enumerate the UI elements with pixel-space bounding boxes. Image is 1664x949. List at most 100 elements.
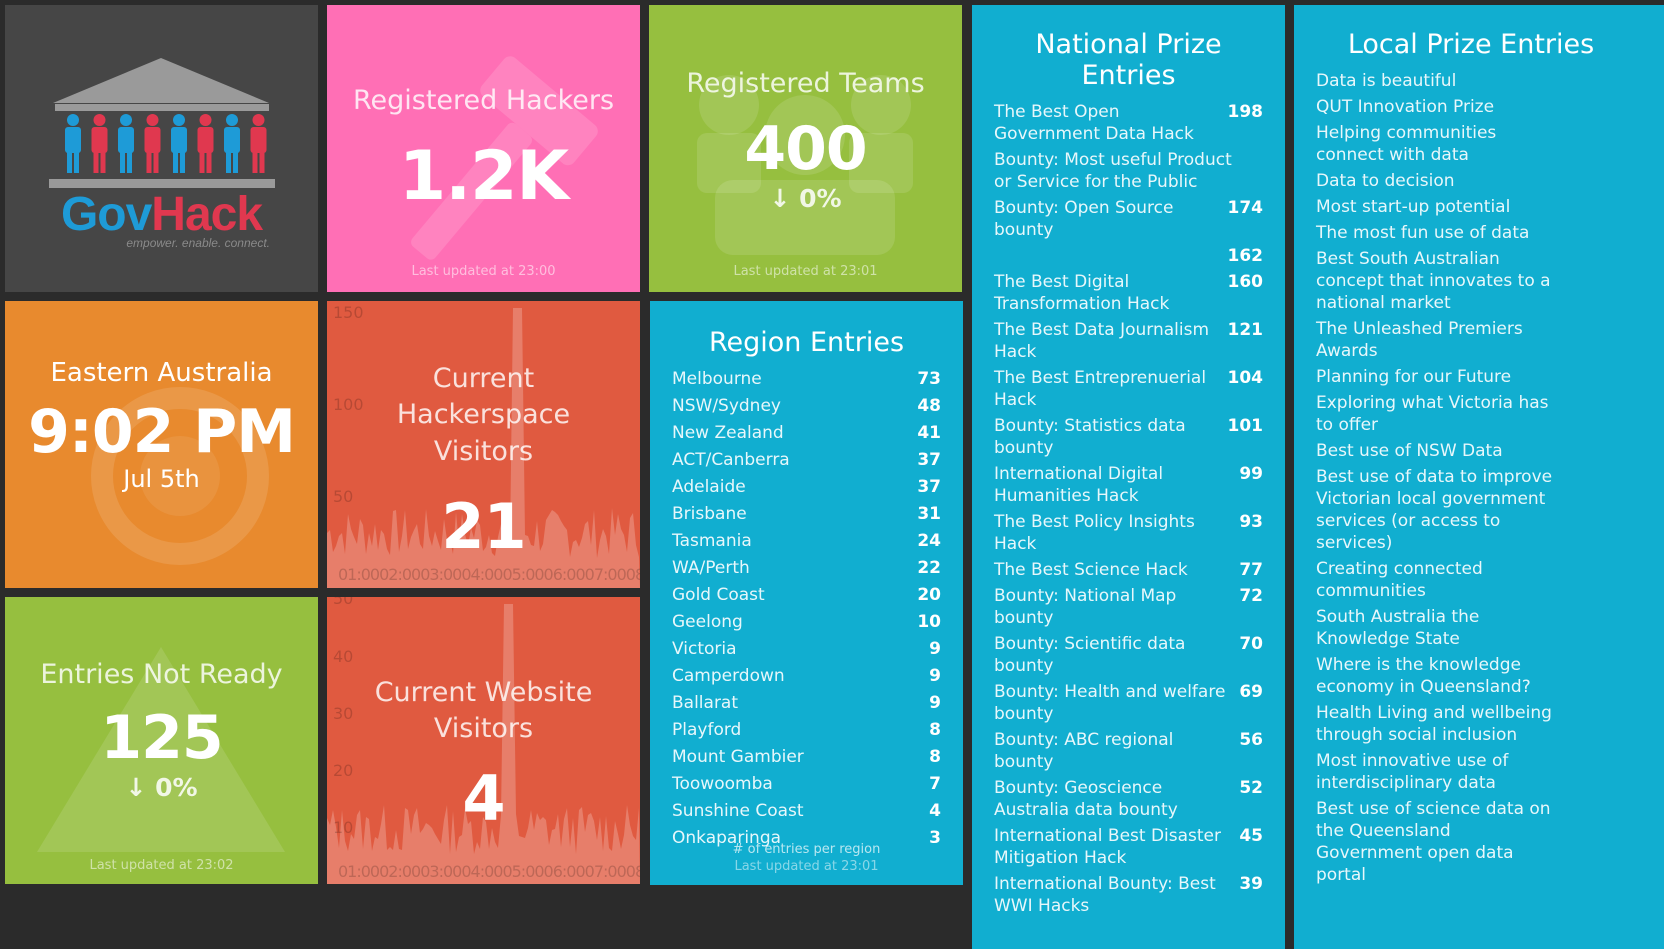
not-ready-change-value: 0%: [155, 773, 198, 803]
local-prize-item-label: Exploring what Victoria has to offer: [1316, 393, 1549, 435]
region-list: Melbourne 73 NSW/Sydney 48 New Zealand 41 ACT/…: [672, 368, 941, 850]
national-prize-item-label: Bounty: Open Source bounty: [994, 198, 1174, 240]
national-prize-item-value: 93: [1239, 512, 1263, 532]
local-prize-tile: Local Prize Entries Data is beautiful QUT…: [1294, 5, 1664, 949]
region-item-value: 48: [917, 396, 941, 416]
teams-change-value: 0%: [799, 184, 842, 214]
local-list: Data is beautiful QUT Innovation Prize Hel…: [1316, 70, 1556, 886]
national-prize-item: Bounty: Geoscience Australia data bounty…: [994, 777, 1263, 821]
national-prize-item: The Best Data Journalism Hack 121: [994, 319, 1263, 363]
national-prize-item-value: 77: [1239, 560, 1263, 580]
national-prize-item: Bounty: Health and welfare bounty 69: [994, 681, 1263, 725]
website-y-tick-50: 50: [333, 597, 354, 608]
region-item-label: Ballarat: [672, 693, 739, 713]
region-item-value: 37: [917, 477, 941, 497]
website-y-tick-40: 40: [333, 647, 354, 666]
national-prize-item: Bounty: Statistics data bounty 101: [994, 415, 1263, 459]
national-prize-item-value: 174: [1227, 198, 1264, 218]
region-item: Melbourne 73: [672, 368, 941, 391]
local-prize-item-label: Data to decision: [1316, 171, 1455, 191]
local-prize-item: Most start-up potential: [1316, 196, 1556, 218]
region-item-value: 8: [929, 720, 941, 740]
national-prize-item-label: Bounty: Statistics data bounty: [994, 416, 1186, 458]
govhack-logo-tile: GovHack empower. enable. connect.: [5, 5, 318, 292]
clock-title: Eastern Australia: [50, 358, 273, 388]
national-prize-item-value: 160: [1227, 272, 1264, 292]
govhack-wordmark: GovHack: [5, 187, 318, 242]
local-prize-item: Data is beautiful: [1316, 70, 1556, 92]
arrow-down-icon: ↓: [125, 773, 147, 803]
region-item: Ballarat 9: [672, 692, 941, 715]
entries-not-ready-tile: Entries Not Ready 125 ↓ 0% Last updated …: [5, 597, 318, 884]
region-item: Geelong 10: [672, 611, 941, 634]
region-item-label: New Zealand: [672, 423, 784, 443]
logo-hack-text: Hack: [151, 188, 263, 241]
website-visitors-tile: 50 40 30 20 10 01:0002:0003:0004:0005:00…: [327, 597, 640, 884]
national-list: The Best Open Government Data Hack 198 Bou…: [994, 101, 1263, 917]
national-prize-item: International Best Disaster Mitigation H…: [994, 825, 1263, 869]
region-item-label: ACT/Canberra: [672, 450, 790, 470]
region-updated: Last updated at 23:01: [734, 859, 879, 874]
national-prize-item-value: 198: [1227, 102, 1264, 122]
national-prize-item-label: International Bounty: Best WWI Hacks: [994, 874, 1216, 916]
region-item-label: Tasmania: [672, 531, 752, 551]
region-item-value: 10: [917, 612, 941, 632]
region-item-label: WA/Perth: [672, 558, 750, 578]
website-title: Current Website Visitors: [374, 677, 593, 745]
region-item: Toowoomba 7: [672, 773, 941, 796]
region-item-label: Gold Coast: [672, 585, 765, 605]
national-prize-item-label: Bounty: National Map bounty: [994, 586, 1177, 628]
logo-gov-text: Gov: [60, 188, 152, 241]
local-prize-item-label: QUT Innovation Prize: [1316, 97, 1495, 117]
hackerspace-x-ticks: 01:0002:0003:0004:0005:0006:0007:0008:00…: [338, 565, 640, 584]
local-prize-item-label: The most fun use of data: [1316, 223, 1530, 243]
national-prize-item-value: 72: [1239, 586, 1263, 606]
national-prize-item-value: 45: [1239, 826, 1263, 846]
region-item-value: 8: [929, 747, 941, 767]
national-prize-title: National Prize Entries: [1035, 29, 1222, 91]
hackers-title: Registered Hackers: [352, 85, 615, 116]
national-prize-item-label: The Best Policy Insights Hack: [994, 512, 1195, 554]
region-item-label: Geelong: [672, 612, 743, 632]
national-prize-item-value: 70: [1239, 634, 1263, 654]
region-item-value: 9: [929, 666, 941, 686]
region-item: Playford 8: [672, 719, 941, 742]
national-prize-item-value: 69: [1239, 682, 1263, 702]
region-item: Camperdown 9: [672, 665, 941, 688]
local-prize-item: South Australia the Knowledge State: [1316, 606, 1556, 650]
local-prize-item: Health Living and wellbeing through soci…: [1316, 702, 1556, 746]
local-prize-item: Planning for our Future: [1316, 366, 1556, 388]
national-prize-item: International Bounty: Best WWI Hacks 39: [994, 873, 1263, 917]
region-item-label: Camperdown: [672, 666, 785, 686]
hackerspace-title: Current Hackerspace Visitors: [396, 363, 571, 467]
local-prize-item-label: Best use of science data on the Queensla…: [1316, 799, 1551, 885]
national-prize-item: The Best Digital Transformation Hack 160: [994, 271, 1263, 315]
national-prize-item-value: 56: [1239, 730, 1263, 750]
local-prize-item: Best use of data to improve Victorian lo…: [1316, 466, 1556, 554]
local-prize-item: Best South Australian concept that innov…: [1316, 248, 1556, 314]
national-prize-item-value: 39: [1239, 874, 1263, 894]
national-prize-item-label: Bounty: Health and welfare bounty: [994, 682, 1226, 724]
region-item-label: Mount Gambier: [672, 747, 804, 767]
local-prize-item: QUT Innovation Prize: [1316, 96, 1556, 118]
local-prize-title: Local Prize Entries: [1347, 29, 1595, 60]
national-prize-item-label: Bounty: ABC regional bounty: [994, 730, 1174, 772]
teams-change: ↓ 0%: [649, 184, 962, 213]
national-prize-item-value: 52: [1239, 778, 1263, 798]
region-note: # of entries per region: [732, 842, 881, 857]
national-prize-tile: National Prize Entries The Best Open Gov…: [972, 5, 1285, 949]
region-item-label: Playford: [672, 720, 742, 740]
region-item-label: Melbourne: [672, 369, 762, 389]
national-prize-item: Bounty: Most useful Product or Service f…: [994, 149, 1263, 193]
local-prize-item: Data to decision: [1316, 170, 1556, 192]
local-prize-item: Best use of NSW Data: [1316, 440, 1556, 462]
region-item-value: 73: [917, 369, 941, 389]
local-prize-item-label: Health Living and wellbeing through soci…: [1316, 703, 1552, 745]
not-ready-updated: Last updated at 23:02: [89, 858, 234, 873]
local-prize-item: The most fun use of data: [1316, 222, 1556, 244]
hackerspace-value: 21: [441, 490, 526, 564]
national-prize-item-label: International Best Disaster Mitigation H…: [994, 826, 1222, 868]
national-prize-item: Bounty: ABC regional bounty 56: [994, 729, 1263, 773]
region-item-value: 41: [917, 423, 941, 443]
national-prize-item-label: The Best Science Hack: [994, 560, 1188, 580]
